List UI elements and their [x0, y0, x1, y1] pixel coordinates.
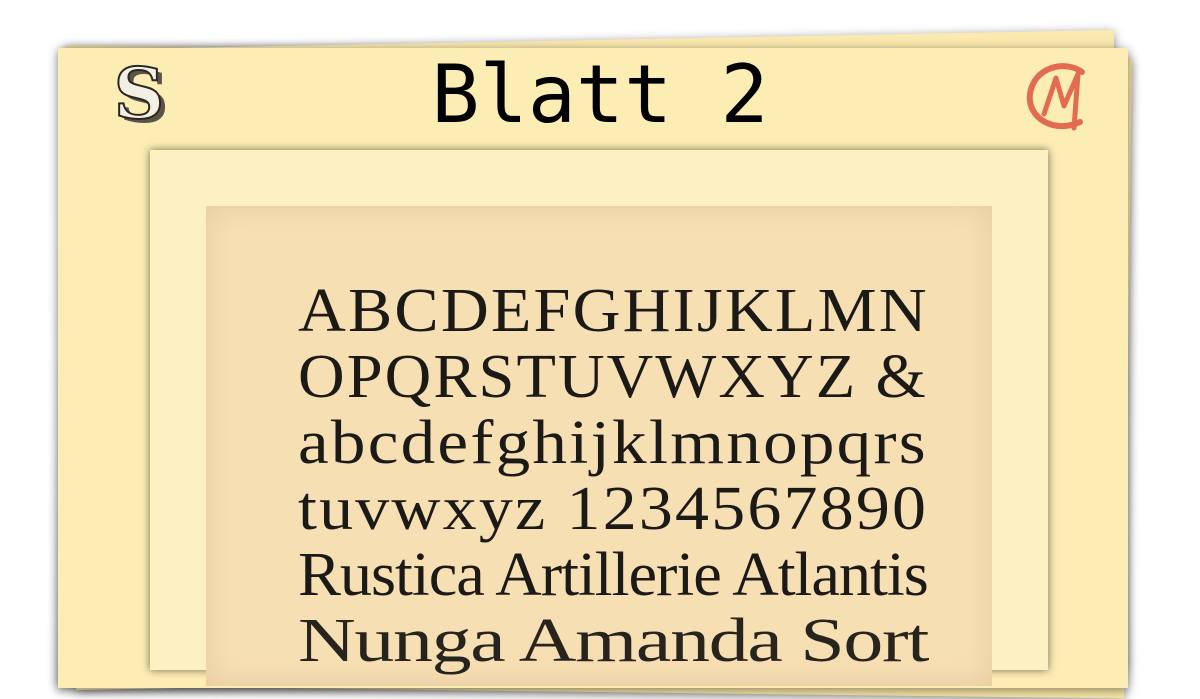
specimen-line-uppercase-2: OPQRSTUVWXYZ &	[298, 343, 928, 411]
specimen-line-words-1: Rustica Artillerie Atlantis	[298, 541, 929, 609]
specimen-line-words-2: Nunga Amanda Sort	[298, 607, 929, 675]
specimen-plate: ABCDEFGHIJKLMN OPQRSTUVWXYZ & abcdefghij…	[206, 206, 992, 686]
specimen-line-lowercase-numerals: tuvwxyz 1234567890	[298, 475, 929, 543]
specimen-mat: ABCDEFGHIJKLMN OPQRSTUVWXYZ & abcdefghij…	[150, 150, 1048, 686]
type-specimen: ABCDEFGHIJKLMN OPQRSTUVWXYZ & abcdefghij…	[298, 278, 929, 674]
page-title: Blatt 2	[431, 48, 769, 141]
specimen-line-uppercase-1: ABCDEFGHIJKLMN	[298, 277, 929, 345]
specimen-line-lowercase-1: abcdefghijklmnopqrs	[298, 409, 928, 477]
